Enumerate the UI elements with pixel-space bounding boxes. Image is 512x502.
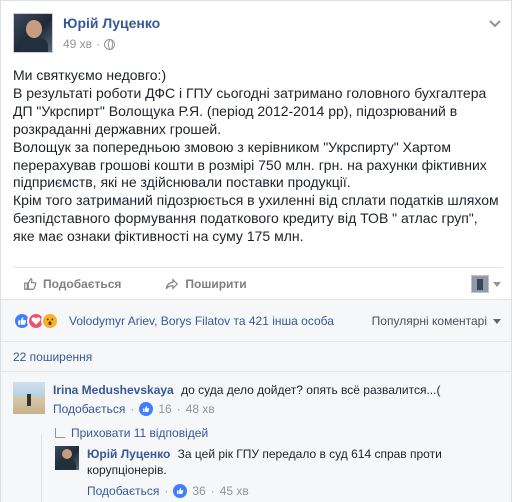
post-body: Ми святкуємо недовго:) В результаті робо… — [13, 67, 501, 246]
sort-label: Популярні коментарі — [371, 314, 487, 328]
like-count-icon — [139, 402, 154, 416]
hide-replies-label: Приховати 11 відповідей — [71, 426, 209, 440]
author-name[interactable]: Юрій Луценко — [63, 15, 160, 31]
post-line: Ми святкуємо недовго:) — [13, 67, 167, 83]
comment-like-count[interactable]: 36 — [192, 483, 205, 499]
commenter-avatar[interactable] — [13, 382, 45, 414]
commenter-name[interactable]: Irina Medushevskaya — [53, 383, 174, 397]
comments-section: Irina Medushevskaya до суда дело дойдет?… — [1, 371, 511, 502]
comment-actions: Подобається · 36 · 45 хв — [87, 483, 249, 499]
comment-body: Irina Medushevskaya до суда дело дойдет?… — [53, 382, 440, 417]
comment-item: Irina Medushevskaya до суда дело дойдет?… — [13, 382, 503, 422]
post-line: Крім того затриманий підозрюється в ухил… — [13, 192, 499, 245]
thumbs-up-icon — [24, 277, 37, 290]
post-line: Волощук за попередньою змовою з керівник… — [13, 138, 487, 191]
post-header: Юрій Луценко 49 хв · — [13, 11, 503, 57]
comment-like-count[interactable]: 16 — [158, 401, 171, 417]
commenter-avatar[interactable] — [55, 446, 79, 470]
share-label: Поширити — [185, 276, 247, 291]
comment-actions: Подобається · 16 · 48 хв — [53, 401, 215, 417]
like-count-icon — [173, 484, 188, 498]
like-button[interactable]: Подобається — [23, 277, 121, 291]
acting-as-avatar[interactable] — [471, 275, 489, 293]
chevron-down-icon[interactable] — [487, 15, 503, 31]
comment-text: За цей рік ГПУ передало в суд 614 справ … — [177, 447, 442, 461]
author-avatar[interactable] — [13, 13, 53, 53]
post-meta: 49 хв · — [63, 37, 116, 51]
like-label: Подобається — [43, 276, 122, 291]
caret-down-icon — [493, 318, 501, 324]
reaction-icons[interactable] — [13, 312, 59, 330]
comment-like-link[interactable]: Подобається — [53, 401, 125, 417]
reactions-bar: Volodymyr Ariev, Borys Filatov та 421 ін… — [1, 299, 511, 341]
reply-item: Юрій Луценко За цей рік ГПУ передало в с… — [55, 446, 503, 502]
comment-text-continued: корупціонерів. — [87, 463, 167, 477]
hide-replies-link[interactable]: Приховати 11 відповідей — [55, 426, 208, 440]
comment-timestamp[interactable]: 48 хв — [186, 401, 215, 417]
shares-count[interactable]: 22 поширення — [13, 350, 92, 364]
globe-icon — [104, 38, 116, 50]
comment-text: до суда дело дойдет? опять всё развалитс… — [181, 383, 441, 397]
commenter-name[interactable]: Юрій Луценко — [87, 447, 170, 461]
post-timestamp[interactable]: 49 хв — [63, 37, 92, 51]
reply-arrow-icon — [55, 428, 65, 438]
post-card: Юрій Луценко 49 хв · Ми святкуємо недовг… — [0, 0, 512, 502]
share-arrow-icon — [166, 277, 179, 290]
comment-like-link[interactable]: Подобається — [87, 483, 159, 499]
caret-down-icon[interactable] — [493, 282, 501, 287]
comment-sort-dropdown[interactable]: Популярні коментарі — [372, 314, 501, 328]
wow-reaction-icon — [41, 312, 59, 330]
reply-thread-line — [41, 434, 42, 502]
reaction-names[interactable]: Volodymyr Ariev, Borys Filatov та 421 ін… — [69, 314, 334, 328]
post-actions: Подобається Поширити — [13, 267, 503, 299]
comment-body: Юрій Луценко За цей рік ГПУ передало в с… — [87, 446, 442, 499]
share-button[interactable]: Поширити — [165, 276, 247, 291]
post-line: В результаті роботи ДФС і ГПУ сьогодні з… — [13, 84, 487, 137]
comment-timestamp[interactable]: 45 хв — [220, 483, 249, 499]
shares-row: 22 поширення — [1, 341, 511, 371]
